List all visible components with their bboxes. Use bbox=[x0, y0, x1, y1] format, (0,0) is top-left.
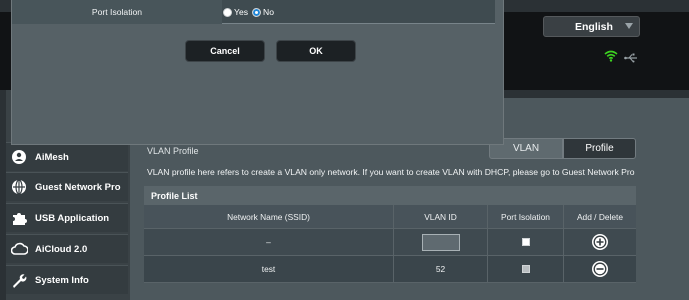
action-cell bbox=[564, 256, 636, 282]
vlan-id-input[interactable] bbox=[421, 233, 460, 251]
tab-profile[interactable]: Profile bbox=[563, 138, 636, 159]
sidebar-item-label: System Info bbox=[35, 274, 89, 286]
cloud-icon bbox=[10, 240, 28, 258]
port-isolation-checkbox[interactable] bbox=[521, 265, 530, 273]
language-select[interactable]: English bbox=[543, 16, 640, 37]
no-radio[interactable] bbox=[252, 7, 262, 17]
delete-profile-button[interactable] bbox=[592, 261, 608, 277]
port-isolation-row: Port Isolation Yes No bbox=[12, 0, 495, 24]
port-isolation-dialog: Port Isolation Yes No Cancel OK bbox=[11, 0, 504, 145]
port-isolation-label: Port Isolation bbox=[12, 0, 222, 24]
table-row: test 52 bbox=[144, 256, 636, 283]
sidebar-item-system-info[interactable]: System Info bbox=[6, 265, 128, 294]
vlan-id-cell bbox=[394, 229, 488, 255]
add-profile-button[interactable] bbox=[592, 234, 608, 250]
vlan-profile-title: VLAN Profile bbox=[147, 146, 199, 156]
yes-radio-label[interactable]: Yes bbox=[234, 7, 248, 17]
port-isolation-cell bbox=[488, 229, 564, 255]
table-header-row: Network Name (SSID) VLAN ID Port Isolati… bbox=[144, 205, 636, 229]
sidebar-item-usb-application[interactable]: USB Application bbox=[6, 203, 128, 232]
sidebar-item-aicloud[interactable]: AiCloud 2.0 bbox=[6, 234, 128, 263]
sidebar-item-guest-network-pro[interactable]: Guest Network Pro bbox=[6, 172, 128, 201]
vlan-description: VLAN profile here refers to create a VLA… bbox=[147, 167, 635, 177]
ok-button[interactable]: OK bbox=[276, 40, 356, 62]
no-radio-label[interactable]: No bbox=[263, 7, 274, 17]
action-cell bbox=[564, 229, 636, 255]
ssid-cell: test bbox=[144, 256, 394, 282]
sidebar-item-label: AiMesh bbox=[35, 151, 69, 163]
port-isolation-checkbox[interactable] bbox=[521, 238, 530, 246]
sidebar-item-aimesh[interactable]: AiMesh bbox=[6, 142, 128, 171]
ssid-cell: – bbox=[144, 229, 394, 255]
wrench-icon bbox=[10, 271, 28, 289]
port-isolation-options: Yes No bbox=[222, 0, 274, 24]
chevron-down-icon bbox=[625, 23, 633, 29]
column-header: Port Isolation bbox=[488, 205, 564, 228]
wifi-icon bbox=[604, 49, 618, 67]
plus-circle-icon bbox=[592, 234, 608, 250]
profile-list-heading: Profile List bbox=[144, 186, 636, 205]
usb-icon bbox=[624, 50, 638, 68]
column-header: VLAN ID bbox=[394, 205, 488, 228]
yes-radio[interactable] bbox=[223, 7, 232, 17]
column-header: Add / Delete bbox=[576, 211, 624, 222]
aimesh-icon bbox=[10, 148, 28, 166]
minus-circle-icon bbox=[592, 261, 608, 277]
cancel-button[interactable]: Cancel bbox=[185, 40, 265, 62]
puzzle-icon bbox=[10, 209, 28, 227]
column-header: Network Name (SSID) bbox=[144, 205, 394, 228]
profile-table: Network Name (SSID) VLAN ID Port Isolati… bbox=[144, 205, 636, 283]
globe-icon bbox=[10, 178, 28, 196]
table-row: – bbox=[144, 229, 636, 256]
vlan-id-cell: 52 bbox=[394, 256, 488, 282]
language-select-value: English bbox=[575, 20, 613, 33]
sidebar-item-label: Guest Network Pro bbox=[35, 181, 121, 193]
sidebar-item-label: USB Application bbox=[35, 212, 110, 224]
sidebar-item-label: AiCloud 2.0 bbox=[35, 243, 88, 255]
port-isolation-cell bbox=[488, 256, 564, 282]
